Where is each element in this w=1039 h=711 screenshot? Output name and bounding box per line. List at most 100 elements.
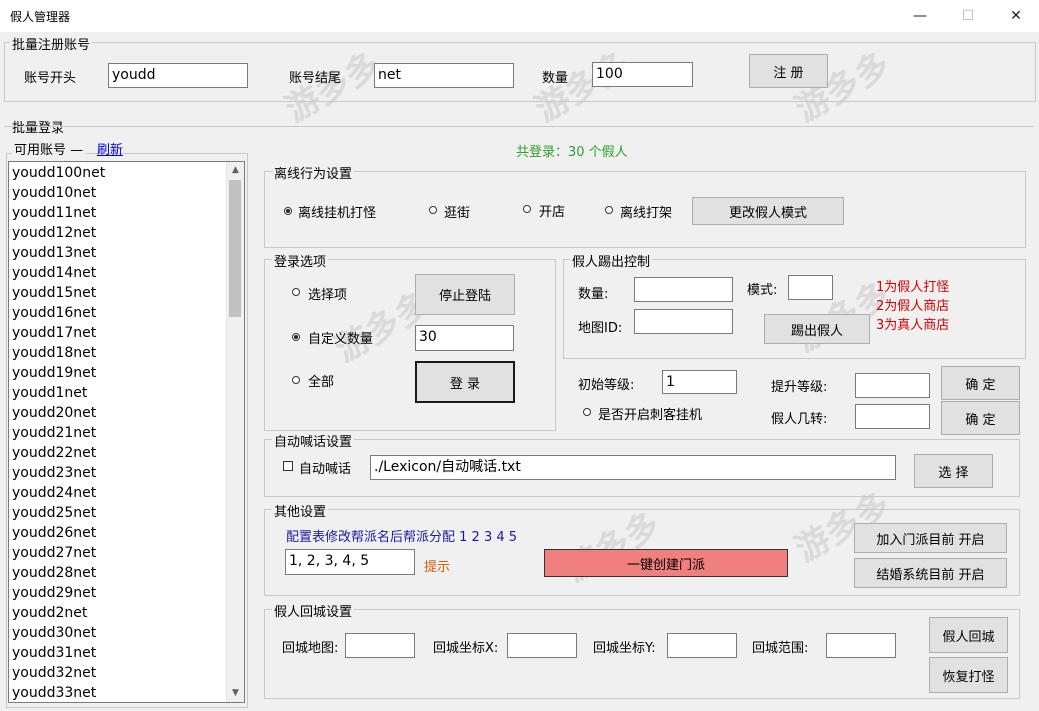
list-item[interactable]: youdd30net bbox=[12, 623, 96, 643]
close-icon[interactable]: ✕ bbox=[993, 0, 1039, 32]
list-item[interactable]: youdd1net bbox=[12, 383, 87, 403]
kick-count-label: 数量: bbox=[578, 287, 609, 302]
kick-map-label: 地图ID: bbox=[578, 321, 623, 336]
auto-shout-label: 自动喊话设置 bbox=[272, 431, 355, 450]
list-item[interactable]: youdd13net bbox=[12, 243, 96, 263]
list-item[interactable]: youdd20net bbox=[12, 403, 96, 423]
kick-hint-1: 1为假人打怪 bbox=[876, 280, 950, 295]
kick-mode-label: 模式: bbox=[747, 283, 778, 298]
return-map-label: 回城地图: bbox=[282, 641, 339, 656]
initial-level-label: 初始等级: bbox=[578, 378, 635, 393]
resume-farming-button[interactable]: 恢复打怪 bbox=[929, 657, 1008, 693]
count-label: 数量 bbox=[542, 71, 569, 86]
return-city-label: 假人回城设置 bbox=[272, 601, 355, 620]
change-mode-button[interactable]: 更改假人模式 bbox=[692, 197, 844, 225]
refresh-link[interactable]: 刷新 bbox=[97, 139, 123, 158]
radio-assassin[interactable] bbox=[583, 408, 591, 416]
return-range-label: 回城范围: bbox=[752, 641, 809, 656]
return-range-input[interactable] bbox=[826, 633, 896, 658]
assassin-label: 是否开启刺客挂机 bbox=[598, 408, 703, 423]
kick-mode-input[interactable] bbox=[788, 275, 833, 300]
radio-stroll[interactable] bbox=[429, 206, 437, 214]
join-guild-button[interactable]: 加入门派目前 开启 bbox=[854, 523, 1007, 553]
radio-select-items[interactable] bbox=[292, 288, 300, 296]
batch-login-divider bbox=[4, 126, 1034, 127]
stop-login-button[interactable]: 停止登陆 bbox=[415, 274, 515, 315]
marriage-system-button[interactable]: 结婚系统目前 开启 bbox=[854, 558, 1007, 588]
prefix-label: 账号开头 bbox=[24, 71, 77, 86]
offline-behavior-label: 离线行为设置 bbox=[272, 163, 355, 182]
list-item[interactable]: youdd14net bbox=[12, 263, 96, 283]
window-title: 假人管理器 bbox=[10, 10, 71, 24]
list-item[interactable]: youdd15net bbox=[12, 283, 96, 303]
kick-hint-2: 2为假人商店 bbox=[876, 299, 950, 314]
radio-offline-fight[interactable] bbox=[605, 206, 613, 214]
kick-hint-3: 3为真人商店 bbox=[876, 318, 950, 333]
list-item[interactable]: youdd100net bbox=[12, 163, 105, 183]
kick-map-input[interactable] bbox=[634, 309, 733, 334]
radio-custom-count[interactable] bbox=[292, 333, 300, 341]
list-item[interactable]: youdd23net bbox=[12, 463, 96, 483]
return-y-label: 回城坐标Y: bbox=[593, 641, 656, 656]
radio-all[interactable] bbox=[292, 376, 300, 384]
return-city-button[interactable]: 假人回城 bbox=[929, 617, 1008, 653]
accounts-list[interactable]: ▲ ▼ youdd100net youdd10net youdd11net youdd… bbox=[8, 161, 245, 703]
create-guild-button[interactable]: 一键创建门派 bbox=[544, 549, 788, 577]
list-item[interactable]: youdd27net bbox=[12, 543, 96, 563]
list-item[interactable]: youdd31net bbox=[12, 643, 96, 663]
guild-config-input[interactable]: 1, 2, 3, 4, 5 bbox=[285, 549, 415, 575]
list-item[interactable]: youdd16net bbox=[12, 303, 96, 323]
radio-offline-farm[interactable] bbox=[284, 207, 292, 215]
suffix-input[interactable]: net bbox=[374, 63, 514, 88]
list-item[interactable]: youdd33net bbox=[12, 683, 96, 702]
list-item[interactable]: youdd18net bbox=[12, 343, 96, 363]
list-item[interactable]: youdd17net bbox=[12, 323, 96, 343]
confirm-rebirth-button[interactable]: 确 定 bbox=[941, 401, 1020, 435]
count-input[interactable]: 100 bbox=[592, 62, 693, 87]
scroll-up-icon[interactable]: ▲ bbox=[227, 162, 244, 179]
return-map-input[interactable] bbox=[345, 633, 415, 658]
login-options-label: 登录选项 bbox=[272, 251, 329, 270]
confirm-raise-button[interactable]: 确 定 bbox=[941, 366, 1020, 400]
shout-file-path-input[interactable]: ./Lexicon/自动喊话.txt bbox=[370, 455, 896, 480]
rebirth-label: 假人几转: bbox=[771, 412, 828, 427]
raise-level-input[interactable] bbox=[855, 373, 930, 398]
scroll-down-icon[interactable]: ▼ bbox=[227, 685, 244, 702]
choose-file-button[interactable]: 选 择 bbox=[914, 454, 993, 488]
prefix-input[interactable]: youdd bbox=[108, 63, 248, 88]
login-button[interactable]: 登 录 bbox=[415, 361, 515, 403]
list-item[interactable]: youdd24net bbox=[12, 483, 96, 503]
all-label: 全部 bbox=[308, 375, 335, 390]
auto-shout-checkbox[interactable] bbox=[283, 461, 293, 471]
list-item[interactable]: youdd22net bbox=[12, 443, 96, 463]
maximize-icon[interactable]: ☐ bbox=[945, 0, 991, 32]
return-x-input[interactable] bbox=[507, 633, 577, 658]
kick-count-input[interactable] bbox=[634, 277, 733, 302]
return-y-input[interactable] bbox=[667, 633, 737, 658]
scroll-thumb[interactable] bbox=[229, 180, 241, 317]
kick-control-group bbox=[563, 259, 1026, 359]
title-bar bbox=[0, 0, 1039, 32]
list-item[interactable]: youdd11net bbox=[12, 203, 96, 223]
list-item[interactable]: youdd21net bbox=[12, 423, 96, 443]
kick-button[interactable]: 踢出假人 bbox=[764, 314, 870, 344]
custom-count-input[interactable]: 30 bbox=[415, 325, 514, 351]
list-item[interactable]: youdd10net bbox=[12, 183, 96, 203]
list-item[interactable]: youdd12net bbox=[12, 223, 96, 243]
rebirth-input[interactable] bbox=[855, 404, 930, 429]
list-item[interactable]: youdd25net bbox=[12, 503, 96, 523]
minimize-icon[interactable]: — bbox=[897, 0, 943, 32]
list-item[interactable]: youdd32net bbox=[12, 663, 96, 683]
list-item[interactable]: youdd19net bbox=[12, 363, 96, 383]
initial-level-input[interactable]: 1 bbox=[662, 370, 737, 394]
list-item[interactable]: youdd28net bbox=[12, 563, 96, 583]
list-item[interactable]: youdd26net bbox=[12, 523, 96, 543]
list-item[interactable]: youdd2net bbox=[12, 603, 87, 623]
register-button[interactable]: 注 册 bbox=[749, 54, 828, 88]
list-item[interactable]: youdd29net bbox=[12, 583, 96, 603]
radio-open-shop[interactable] bbox=[523, 205, 531, 213]
offline-farm-label: 离线挂机打怪 bbox=[298, 206, 377, 221]
stroll-label: 逛街 bbox=[444, 206, 471, 221]
list-scrollbar[interactable]: ▲ ▼ bbox=[226, 162, 244, 702]
return-x-label: 回城坐标X: bbox=[433, 641, 499, 656]
